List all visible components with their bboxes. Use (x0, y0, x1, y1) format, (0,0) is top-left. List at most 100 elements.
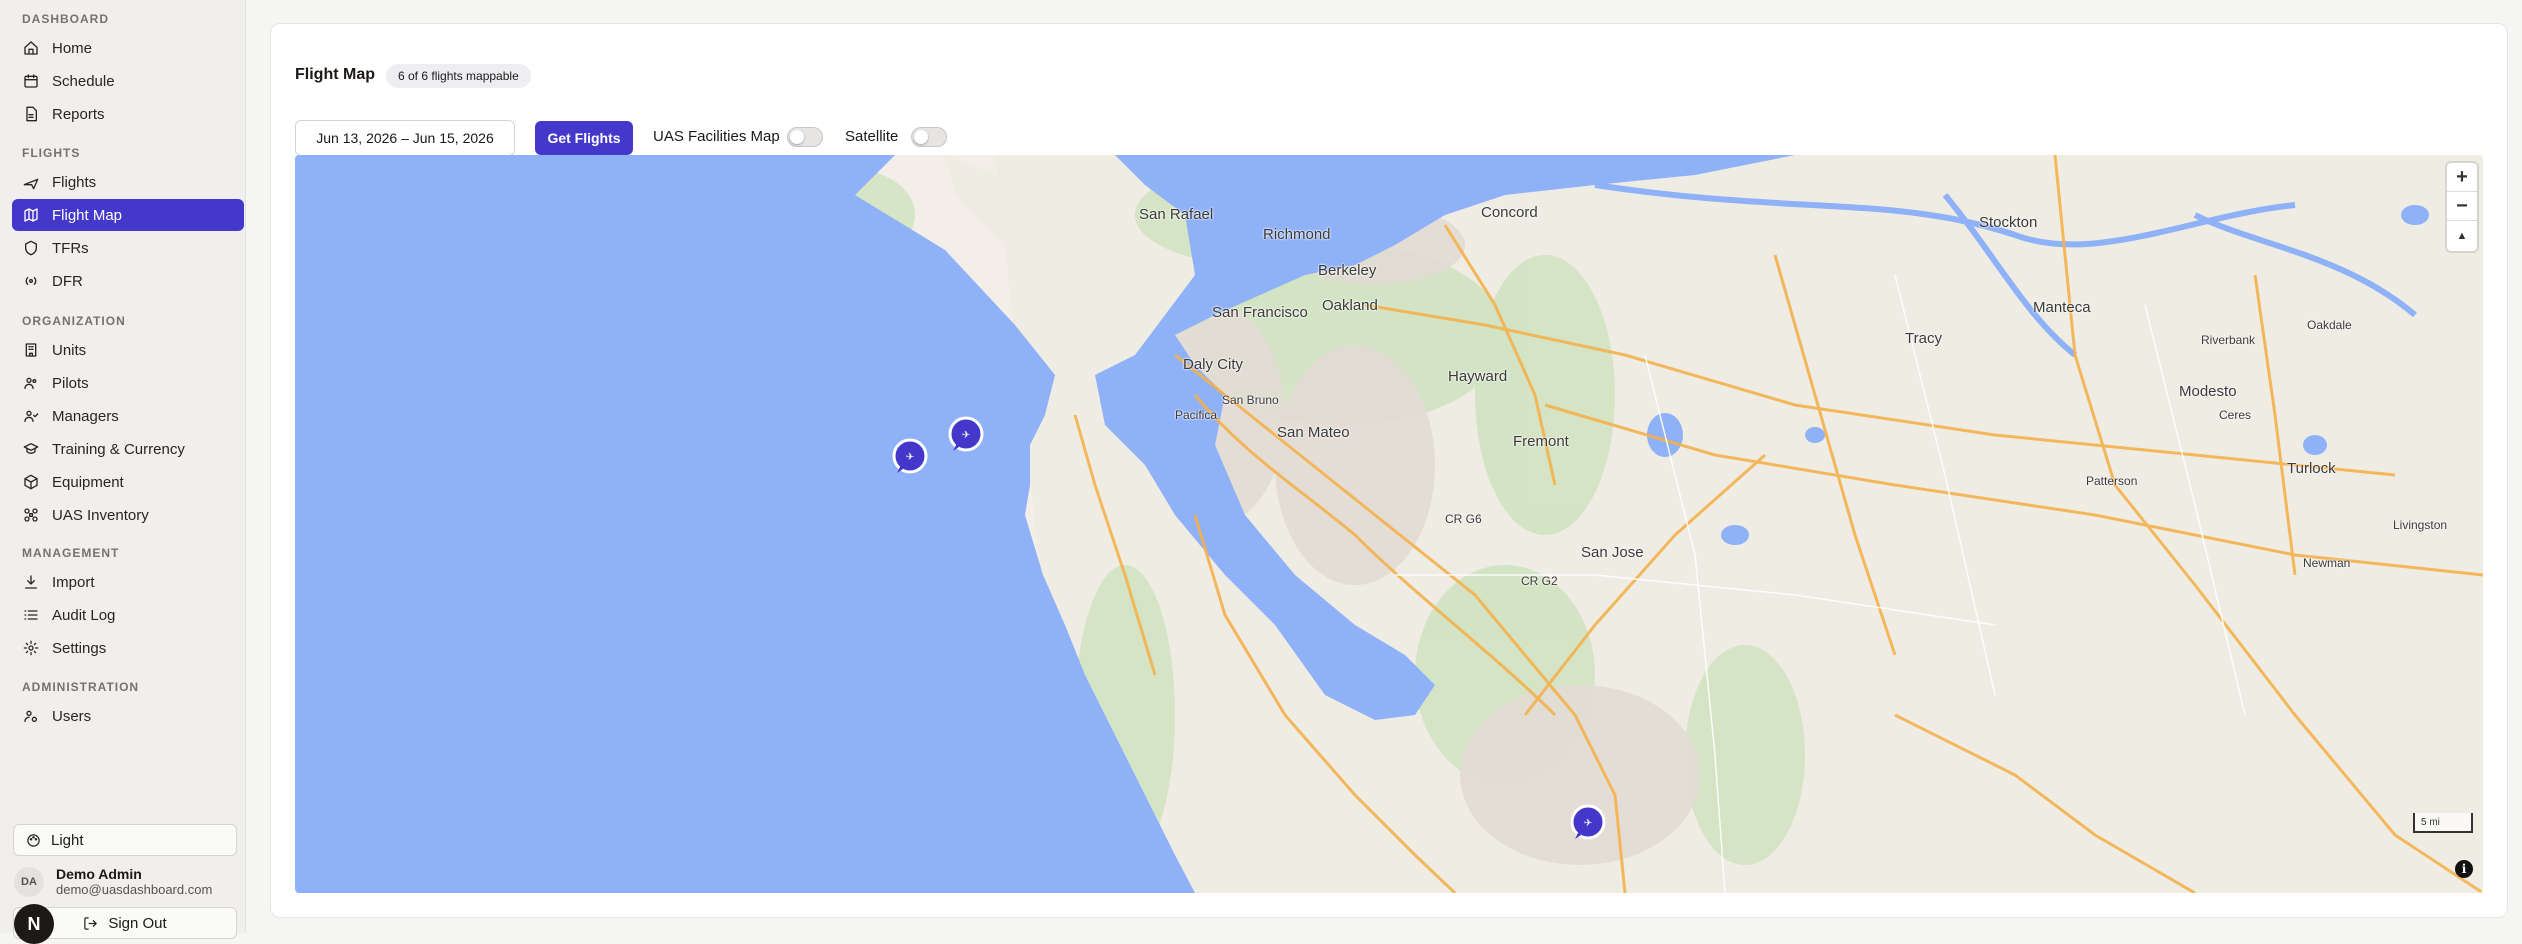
place-label-cr-g6: CR G6 (1445, 512, 1482, 526)
uas-facilities-toggle[interactable] (787, 127, 823, 147)
sidebar-item-label: Reports (52, 105, 105, 123)
map-zoom-controls: + − ▲ (2447, 163, 2477, 251)
download-icon (22, 573, 40, 591)
flight-marker-2[interactable]: ✈ (947, 415, 985, 453)
get-flights-button[interactable]: Get Flights (535, 121, 633, 155)
sidebar-item-audit-log[interactable]: Audit Log (12, 599, 244, 631)
sidebar-item-training-currency[interactable]: Training & Currency (12, 433, 244, 465)
place-label-tracy: Tracy (1905, 330, 1942, 347)
place-label-turlock: Turlock (2287, 460, 2336, 477)
page-title: Flight Map (295, 66, 375, 83)
svg-text:✈: ✈ (962, 430, 970, 441)
plane-icon (22, 173, 40, 191)
avatar: DA (14, 866, 44, 897)
sidebar-item-units[interactable]: Units (12, 334, 244, 366)
satellite-toggle[interactable] (911, 127, 947, 147)
satellite-label: Satellite (845, 128, 899, 145)
user-check-icon (22, 407, 40, 425)
sidebar-item-label: DFR (52, 272, 83, 290)
sidebar-item-schedule[interactable]: Schedule (12, 65, 244, 97)
sidebar-item-reports[interactable]: Reports (12, 98, 244, 130)
place-label-newman: Newman (2303, 556, 2351, 570)
sidebar-item-managers[interactable]: Managers (12, 400, 244, 432)
reset-north-button[interactable]: ▲ (2447, 221, 2477, 250)
sidebar-item-label: Equipment (52, 473, 124, 491)
attribution-info-icon[interactable]: i (2455, 860, 2473, 878)
sidebar-item-label: Pilots (52, 374, 89, 392)
sidebar-item-label: TFRs (52, 239, 89, 257)
sign-out-label: Sign Out (108, 914, 167, 932)
sidebar-item-label: UAS Inventory (52, 506, 149, 524)
place-label-cr-g2: CR G2 (1521, 574, 1558, 588)
date-range-picker[interactable]: Jun 13, 2026 – Jun 15, 2026 (295, 120, 515, 156)
place-label-ceres: Ceres (2219, 408, 2252, 422)
section-heading-organization: ORGANIZATION (22, 314, 126, 328)
gear-icon (22, 639, 40, 657)
place-label-daly-city: Daly City (1183, 356, 1244, 373)
svg-text:✈: ✈ (1584, 818, 1592, 829)
users-icon (22, 374, 40, 392)
section-heading-flights: FLIGHTS (22, 146, 81, 160)
sidebar-item-uas-inventory[interactable]: UAS Inventory (12, 499, 244, 531)
section-heading-administration: ADMINISTRATION (22, 680, 140, 694)
sidebar-item-label: Audit Log (52, 606, 116, 624)
sidebar-item-dfr[interactable]: DFR (12, 265, 244, 297)
section-heading-management: MANAGEMENT (22, 546, 120, 560)
uas-facilities-label: UAS Facilities Map (653, 128, 780, 145)
section-heading-dashboard: DASHBOARD (22, 12, 109, 26)
theme-label: Light (51, 831, 84, 849)
sidebar-item-flight-map[interactable]: Flight Map (12, 199, 244, 231)
sidebar-item-pilots[interactable]: Pilots (12, 367, 244, 399)
map-scale-bar: 5 mi (2413, 813, 2473, 833)
palette-icon (27, 833, 40, 847)
sidebar-item-import[interactable]: Import (12, 566, 244, 598)
sidebar-item-label: Users (52, 707, 92, 725)
sidebar-item-settings[interactable]: Settings (12, 632, 244, 664)
flight-map-card: Flight Map 6 of 6 flights mappable Jun 1… (270, 23, 2508, 918)
flight-map[interactable]: San Rafael Richmond Concord Berkeley Oakland… (295, 155, 2483, 893)
place-label-berkeley: Berkeley (1318, 262, 1377, 279)
sidebar-item-label: Schedule (52, 72, 115, 90)
place-label-riverbank: Riverbank (2201, 333, 2256, 347)
zoom-out-button[interactable]: − (2447, 192, 2477, 221)
sidebar-item-label: Import (52, 573, 95, 591)
sidebar-item-home[interactable]: Home (12, 32, 244, 64)
sidebar-item-flights[interactable]: Flights (12, 166, 244, 198)
sidebar-item-tfrs[interactable]: TFRs (12, 232, 244, 264)
sidebar: DASHBOARD Home Schedule Reports FLIGHTS Fligh… (0, 0, 246, 944)
mappable-count-badge: 6 of 6 flights mappable (386, 64, 531, 88)
building-icon (22, 341, 40, 359)
svg-text:✈: ✈ (906, 452, 914, 463)
log-out-icon (84, 916, 98, 930)
place-label-san-bruno: San Bruno (1222, 393, 1279, 407)
home-icon (22, 39, 40, 57)
list-icon (22, 606, 40, 624)
map-icon (22, 206, 40, 224)
place-label-fremont: Fremont (1513, 433, 1569, 450)
flight-marker-1[interactable]: ✈ (891, 437, 929, 475)
app-logo: N (14, 904, 54, 944)
sidebar-item-users[interactable]: Users (12, 700, 244, 732)
sidebar-item-label: Settings (52, 639, 107, 657)
place-label-livingston: Livingston (2393, 518, 2448, 532)
place-label-pacifica: Pacifica (1175, 408, 1218, 422)
sidebar-item-label: Flights (52, 173, 97, 191)
place-label-patterson: Patterson (2086, 474, 2138, 488)
place-label-hayward: Hayward (1448, 368, 1508, 385)
theme-toggle-button[interactable]: Light (13, 824, 237, 856)
user-profile: DA Demo Admin demo@uasdashboard.com (14, 866, 212, 897)
place-label-concord: Concord (1481, 204, 1538, 221)
sidebar-item-label: Flight Map (52, 206, 123, 224)
place-label-modesto: Modesto (2179, 383, 2237, 400)
shield-icon (22, 239, 40, 257)
place-label-oakdale: Oakdale (2307, 318, 2352, 332)
sidebar-item-equipment[interactable]: Equipment (12, 466, 244, 498)
sidebar-item-label: Training & Currency (52, 440, 185, 458)
zoom-in-button[interactable]: + (2447, 163, 2477, 192)
graduation-cap-icon (22, 440, 40, 458)
user-cog-icon (22, 707, 40, 725)
flight-marker-3[interactable]: ✈ (1569, 803, 1607, 841)
drone-icon (22, 506, 40, 524)
sidebar-item-label: Managers (52, 407, 119, 425)
radio-icon (22, 272, 40, 290)
